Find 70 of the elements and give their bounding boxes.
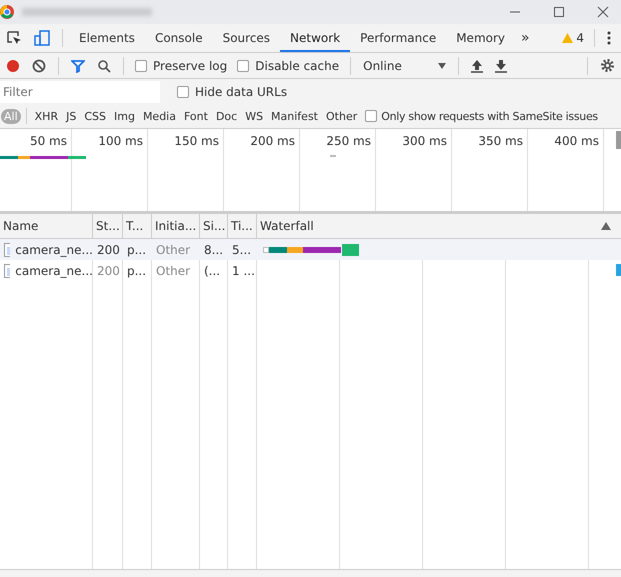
clear-icon[interactable] (32, 58, 46, 72)
type-filter-button[interactable]: Doc (212, 108, 240, 124)
filter-field[interactable]: Filter (0, 80, 160, 102)
column-header[interactable]: T... (123, 214, 152, 238)
caret-icon (438, 62, 446, 68)
type-filter-button[interactable]: Other (323, 108, 360, 124)
time-tick-label: 350 ms (478, 134, 523, 148)
panel-tab[interactable]: Console (144, 24, 213, 52)
filter-icon[interactable] (71, 58, 85, 72)
maximize-icon[interactable] (553, 6, 565, 18)
panel-tab[interactable]: Memory (446, 24, 516, 52)
disable-cache-checkbox[interactable]: Disable cache (237, 58, 340, 72)
time-tick-label: 150 ms (174, 134, 219, 148)
type-filter-button[interactable]: WS (242, 108, 266, 124)
preserve-log-checkbox[interactable]: Preserve log (135, 58, 228, 72)
request-name[interactable]: camera_ne... (15, 264, 93, 278)
column-header[interactable]: Ti... (228, 214, 257, 238)
inspect-icon[interactable] (6, 30, 22, 46)
table-cell: Other (156, 242, 190, 256)
time-tick-label: 400 ms (554, 134, 599, 148)
type-filter-button[interactable]: JS (63, 108, 80, 124)
time-tick-label: 300 ms (402, 134, 447, 148)
time-tick-label: 200 ms (250, 134, 295, 148)
panel-tab[interactable]: Performance (350, 24, 446, 52)
type-filter-button[interactable]: Manifest (268, 108, 321, 124)
time-tick-label: 50 ms (30, 134, 67, 148)
upload-icon[interactable] (470, 58, 483, 72)
waterfall-timing-bar (616, 264, 621, 276)
table-cell: 200 (97, 264, 120, 278)
type-filter-button[interactable]: Font (180, 108, 211, 124)
table-cell: 8... (204, 242, 224, 256)
browser-logo-icon (0, 5, 14, 19)
more-tabs[interactable]: » (515, 30, 536, 46)
type-filter-button[interactable]: CSS (81, 108, 109, 124)
table-cell: (... (204, 264, 220, 278)
type-filter-button[interactable]: XHR (32, 108, 62, 124)
table-cell: p... (127, 242, 146, 256)
panel-tab[interactable]: Elements (69, 24, 145, 52)
scrollbar-thumb[interactable] (616, 131, 621, 149)
panel-tab[interactable]: Sources (212, 24, 280, 52)
table-cell: 5... (232, 242, 252, 256)
document-icon (4, 242, 10, 256)
table-cell: 200 (97, 242, 120, 256)
device-toolbar-icon[interactable] (34, 30, 50, 46)
throttling-dropdown[interactable]: Online (357, 58, 452, 72)
close-icon[interactable] (597, 6, 609, 18)
document-icon (4, 264, 10, 278)
table-cell: 1 ... (232, 264, 255, 278)
time-tick-label: 100 ms (98, 134, 143, 148)
overview-mark (330, 155, 336, 157)
record-icon[interactable] (6, 58, 20, 72)
warning-count[interactable]: 4 (576, 31, 584, 45)
hide-data-urls-checkbox[interactable]: Hide data URLs (177, 84, 288, 98)
type-filter-button[interactable]: Img (110, 108, 138, 124)
time-tick-label: 250 ms (326, 134, 371, 148)
column-header[interactable]: Waterfall (257, 214, 621, 238)
settings-icon[interactable] (600, 58, 615, 73)
column-header[interactable]: Initia... (152, 214, 200, 238)
search-icon[interactable] (97, 58, 111, 72)
column-header[interactable]: Name (0, 214, 93, 238)
sort-ascending-icon[interactable] (601, 222, 611, 230)
request-name[interactable]: camera_ne... (15, 242, 93, 256)
samesite-checkbox[interactable]: Only show requests with SameSite issues (365, 110, 598, 122)
column-header[interactable]: St... (93, 214, 123, 238)
column-header[interactable]: Si... (200, 214, 228, 238)
download-icon[interactable] (494, 58, 507, 72)
table-cell: Other (156, 264, 190, 278)
table-cell: p... (127, 264, 146, 278)
type-filter-button[interactable]: Media (140, 108, 179, 124)
kebab-menu-icon[interactable] (607, 31, 611, 45)
